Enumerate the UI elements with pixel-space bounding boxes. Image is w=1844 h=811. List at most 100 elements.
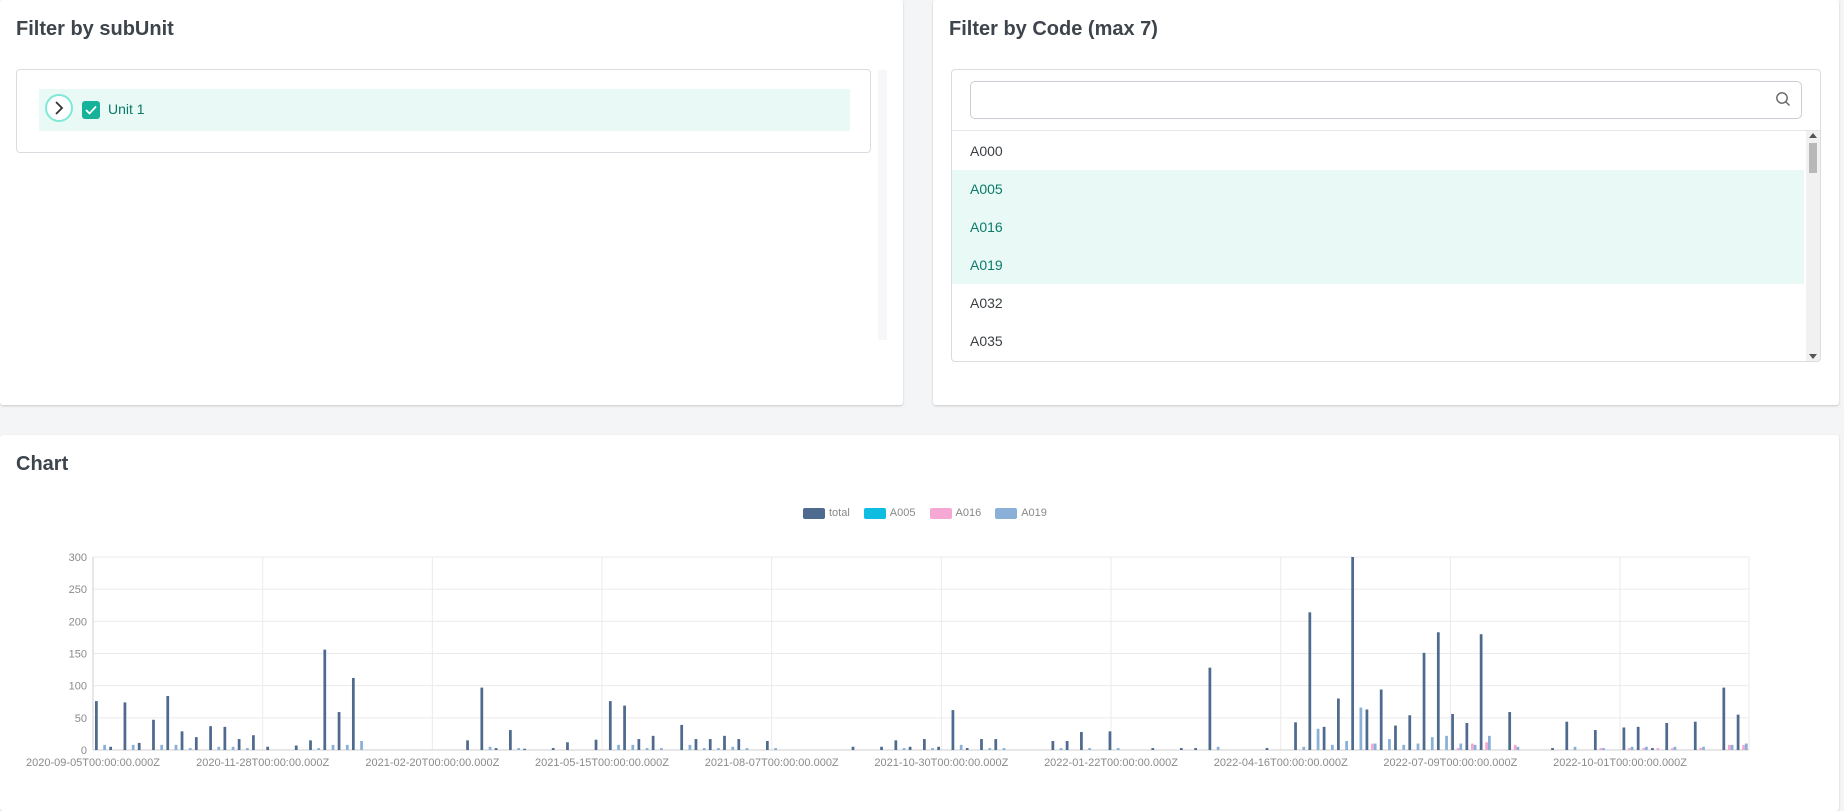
x-tick-label: 2020-11-28T00:00:00.000Z [196, 757, 329, 769]
y-tick-label: 250 [69, 584, 87, 596]
bar-a019 [1516, 746, 1520, 750]
bar-total [123, 702, 127, 750]
bar-total [723, 735, 726, 750]
scroll-down-arrow-icon[interactable] [1809, 354, 1817, 359]
bar-a019 [645, 748, 649, 750]
bar-total [1308, 612, 1312, 750]
code-list-box: A000 A005 A016 A019 A032 A035 [951, 69, 1821, 362]
y-tick-label: 150 [69, 649, 87, 661]
subunit-filter-panel: Filter by subUnit Unit 1 [0, 0, 903, 405]
bar-total [1265, 748, 1269, 750]
bar-a019 [1416, 743, 1420, 750]
code-list-scrollbar[interactable] [1806, 131, 1820, 361]
bar-total [237, 739, 241, 750]
bar-a016 [1727, 744, 1731, 750]
bar-a019 [1059, 748, 1063, 750]
bar-total [137, 742, 141, 750]
bar-a016 [1628, 748, 1631, 750]
bar-total [1665, 722, 1669, 750]
bar-total [494, 748, 498, 750]
expand-button[interactable] [45, 94, 73, 122]
bar-a019 [774, 748, 777, 750]
code-item-a032[interactable]: A032 [952, 284, 1804, 322]
search-icon[interactable] [1775, 91, 1791, 107]
bar-a019 [1487, 735, 1491, 750]
unit-1-checkbox[interactable] [82, 101, 100, 119]
code-item-a035[interactable]: A035 [952, 322, 1804, 360]
bar-a019 [488, 746, 492, 750]
bar-a019 [931, 748, 934, 750]
bar-a019 [631, 744, 635, 750]
bar-a019 [1359, 707, 1363, 750]
bar-total [223, 726, 227, 750]
bar-a019 [717, 748, 720, 750]
x-tick-label: 2021-05-15T00:00:00.000Z [535, 757, 669, 769]
bar-total [180, 731, 184, 750]
y-tick-label: 0 [81, 745, 87, 757]
bar-total [965, 748, 969, 750]
bar-total [737, 739, 741, 750]
y-tick-label: 200 [69, 616, 87, 628]
bar-total [1736, 714, 1740, 750]
bar-a019 [1702, 746, 1705, 750]
bar-total [1108, 731, 1112, 750]
bar-a019 [331, 744, 335, 750]
bar-total [109, 746, 113, 750]
code-item-a019[interactable]: A019 [952, 246, 1804, 284]
tree-item-label: Unit 1 [108, 101, 145, 117]
code-item-a005[interactable]: A005 [952, 170, 1804, 208]
y-tick-label: 100 [69, 681, 87, 693]
bar-a016 [1513, 744, 1517, 750]
bar-a019 [731, 746, 735, 750]
bar-a019 [1630, 746, 1634, 750]
bar-total [523, 748, 527, 750]
bar-a019 [1002, 748, 1006, 750]
subunit-scrollbar[interactable] [878, 70, 887, 340]
bar-a019 [174, 744, 178, 750]
bar-a019 [131, 744, 135, 750]
bar-total [1551, 748, 1554, 750]
bar-total [1465, 722, 1469, 750]
x-tick-label: 2020-09-05T00:00:00.000Z [26, 757, 160, 769]
code-item-a000[interactable]: A000 [952, 132, 1804, 170]
x-tick-label: 2021-10-30T00:00:00.000Z [874, 757, 1008, 769]
check-icon [85, 105, 97, 115]
bar-total [351, 677, 355, 750]
scroll-thumb[interactable] [1809, 143, 1817, 173]
bar-total [1394, 725, 1397, 750]
bar-total [1722, 687, 1726, 750]
bar-total [480, 687, 484, 750]
bar-total [1294, 722, 1297, 750]
bar-a019 [1345, 740, 1348, 750]
code-search-input[interactable] [971, 82, 1781, 116]
chevron-right-icon [55, 101, 64, 115]
bar-total [1379, 689, 1383, 750]
bar-a016 [1599, 748, 1603, 750]
bar-a019 [1473, 744, 1477, 750]
bar-a019 [231, 746, 235, 750]
bar-total [1451, 713, 1454, 750]
bar-a019 [745, 748, 749, 750]
code-item-a016[interactable]: A016 [952, 208, 1804, 246]
bar-a019 [1088, 748, 1092, 750]
bar-a019 [1602, 748, 1605, 750]
bar-total [1565, 721, 1569, 750]
bar-total [294, 745, 298, 750]
bar-a016 [1670, 748, 1674, 750]
bar-a019 [188, 748, 192, 750]
bar-total [266, 746, 270, 750]
bar-a016 [1656, 748, 1660, 750]
bar-a019 [217, 746, 221, 750]
bar-a019 [1316, 728, 1320, 750]
bar-total [608, 701, 612, 750]
bar-total [851, 746, 855, 750]
scroll-up-arrow-icon[interactable] [1809, 133, 1817, 138]
bar-a016 [1470, 743, 1474, 750]
bar-a016 [1699, 748, 1703, 750]
bar-total [1080, 731, 1083, 750]
bar-a019 [1730, 744, 1734, 750]
bar-a019 [959, 744, 963, 750]
bar-total [566, 742, 569, 750]
bar-total [637, 739, 641, 750]
tree-item-unit-1[interactable]: Unit 1 [39, 89, 850, 131]
